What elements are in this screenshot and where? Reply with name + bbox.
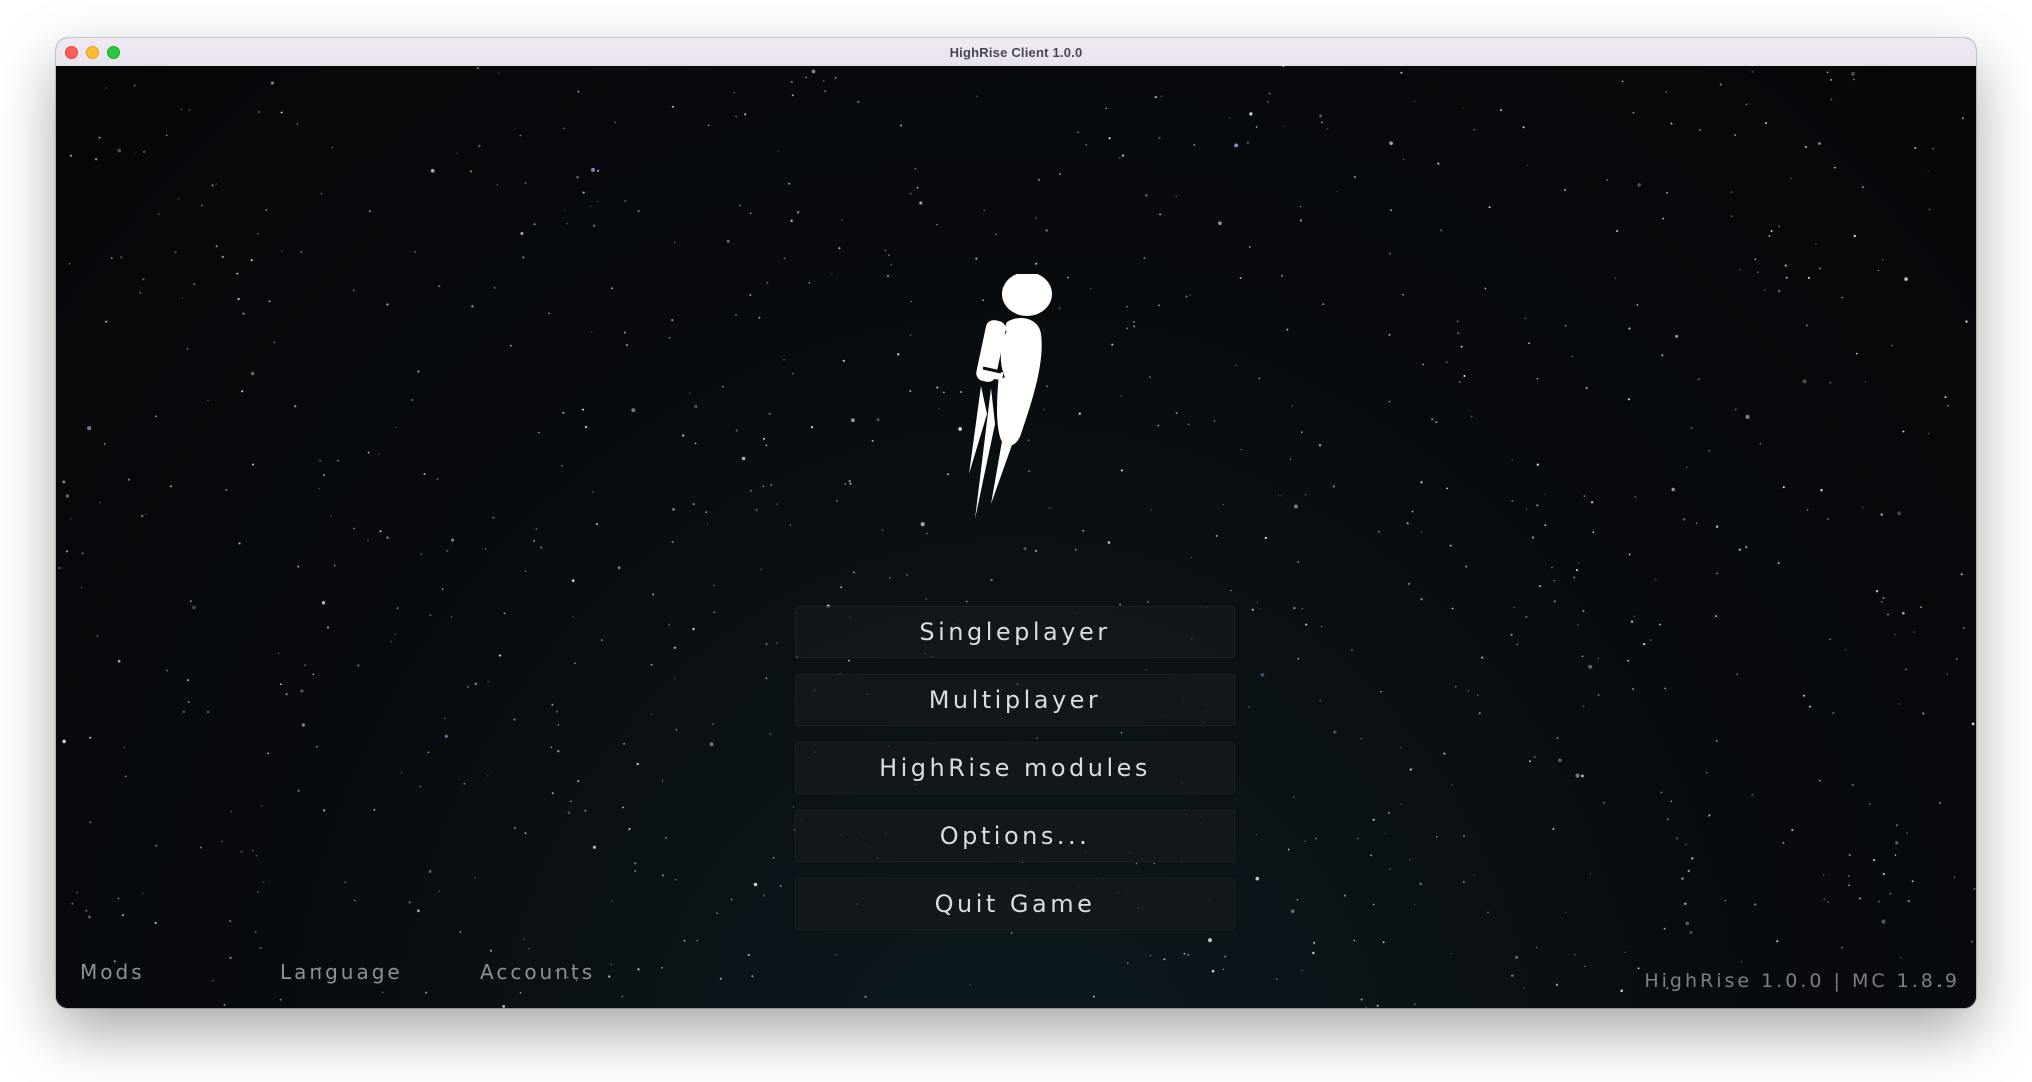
language-link[interactable]: Language xyxy=(280,960,480,984)
game-viewport: Singleplayer Multiplayer HighRise module… xyxy=(56,66,1976,1008)
mods-link[interactable]: Mods xyxy=(80,960,280,984)
window-controls xyxy=(65,46,120,59)
title-bar[interactable]: HighRise Client 1.0.0 xyxy=(56,38,1976,67)
quit-game-button[interactable]: Quit Game xyxy=(795,878,1235,930)
version-label: HighRise 1.0.0 | MC 1.8.9 xyxy=(1644,970,1960,992)
options-button[interactable]: Options... xyxy=(795,810,1235,862)
accounts-link[interactable]: Accounts xyxy=(480,960,595,984)
close-window-button[interactable] xyxy=(65,46,78,59)
main-menu: Singleplayer Multiplayer HighRise module… xyxy=(795,606,1235,946)
zoom-window-button[interactable] xyxy=(107,46,120,59)
minimize-window-button[interactable] xyxy=(86,46,99,59)
singleplayer-button[interactable]: Singleplayer xyxy=(795,606,1235,658)
highrise-modules-button[interactable]: HighRise modules xyxy=(795,742,1235,794)
app-window: HighRise Client 1.0.0 Singleplayer Multi… xyxy=(56,38,1976,1008)
footer-links: Mods Language Accounts xyxy=(80,960,595,984)
jetpack-astronaut-icon xyxy=(969,274,1052,519)
window-title: HighRise Client 1.0.0 xyxy=(949,44,1083,60)
multiplayer-button[interactable]: Multiplayer xyxy=(795,674,1235,726)
